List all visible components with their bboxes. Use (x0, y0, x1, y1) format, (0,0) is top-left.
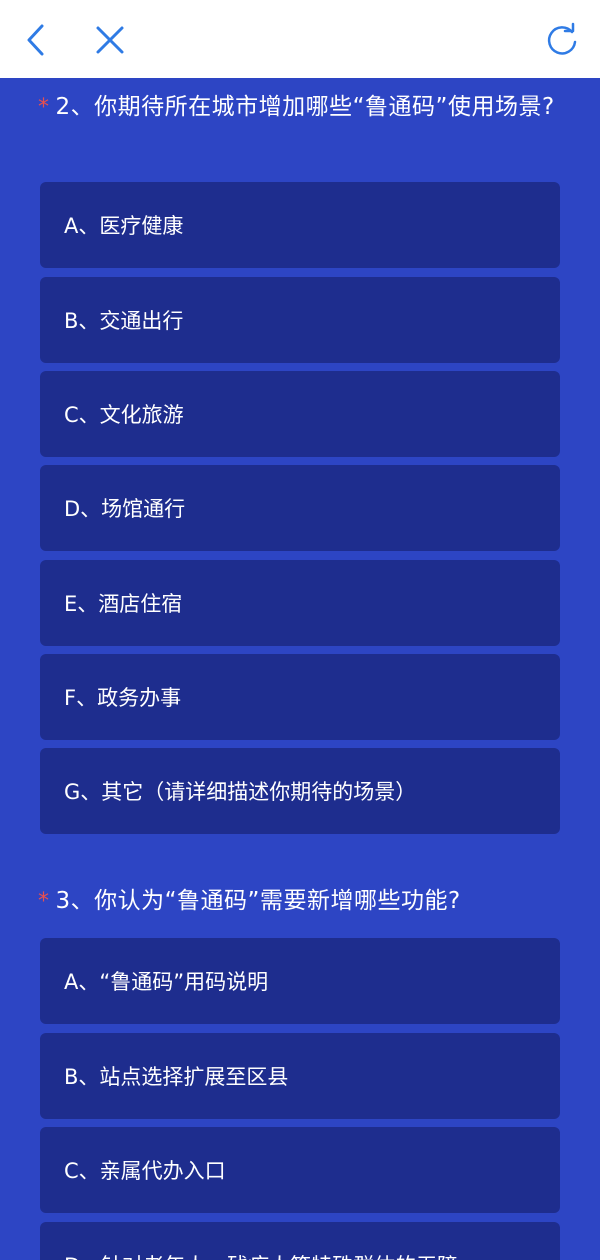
refresh-button[interactable] (540, 18, 584, 62)
question-text: 2、你期待所在城市增加哪些“鲁通码”使用场景? (55, 94, 555, 120)
close-icon (96, 26, 124, 54)
chevron-left-icon (27, 24, 44, 56)
refresh-icon (547, 22, 577, 55)
question-3-title: * 3、你认为“鲁通码”需要新增哪些功能? (38, 880, 568, 923)
q3-option-b[interactable]: B、站点选择扩展至区县 (40, 1033, 560, 1119)
q2-option-c[interactable]: C、文化旅游 (40, 371, 560, 457)
question-text: 3、你认为“鲁通码”需要新增哪些功能? (55, 888, 461, 914)
survey-content[interactable]: * 2、你期待所在城市增加哪些“鲁通码”使用场景? A、医疗健康 B、交通出行 C… (0, 78, 600, 1260)
q3-option-d[interactable]: D、针对老年人、残疾人等特殊群体的无障 (40, 1222, 560, 1260)
q2-option-e[interactable]: E、酒店住宿 (40, 560, 560, 646)
q2-option-f[interactable]: F、政务办事 (40, 654, 560, 740)
q2-option-d[interactable]: D、场馆通行 (40, 465, 560, 551)
back-button[interactable] (14, 18, 58, 62)
q3-option-c[interactable]: C、亲属代办入口 (40, 1127, 560, 1213)
q2-option-b[interactable]: B、交通出行 (40, 277, 560, 363)
question-2-title: * 2、你期待所在城市增加哪些“鲁通码”使用场景? (38, 86, 568, 129)
close-button[interactable] (88, 18, 132, 62)
required-mark: * (38, 889, 50, 914)
q2-option-a[interactable]: A、医疗健康 (40, 182, 560, 268)
q3-option-a[interactable]: A、“鲁通码”用码说明 (40, 938, 560, 1024)
top-navigation-bar (0, 0, 600, 78)
required-mark: * (38, 95, 50, 120)
q2-option-g[interactable]: G、其它（请详细描述你期待的场景） (40, 748, 560, 834)
